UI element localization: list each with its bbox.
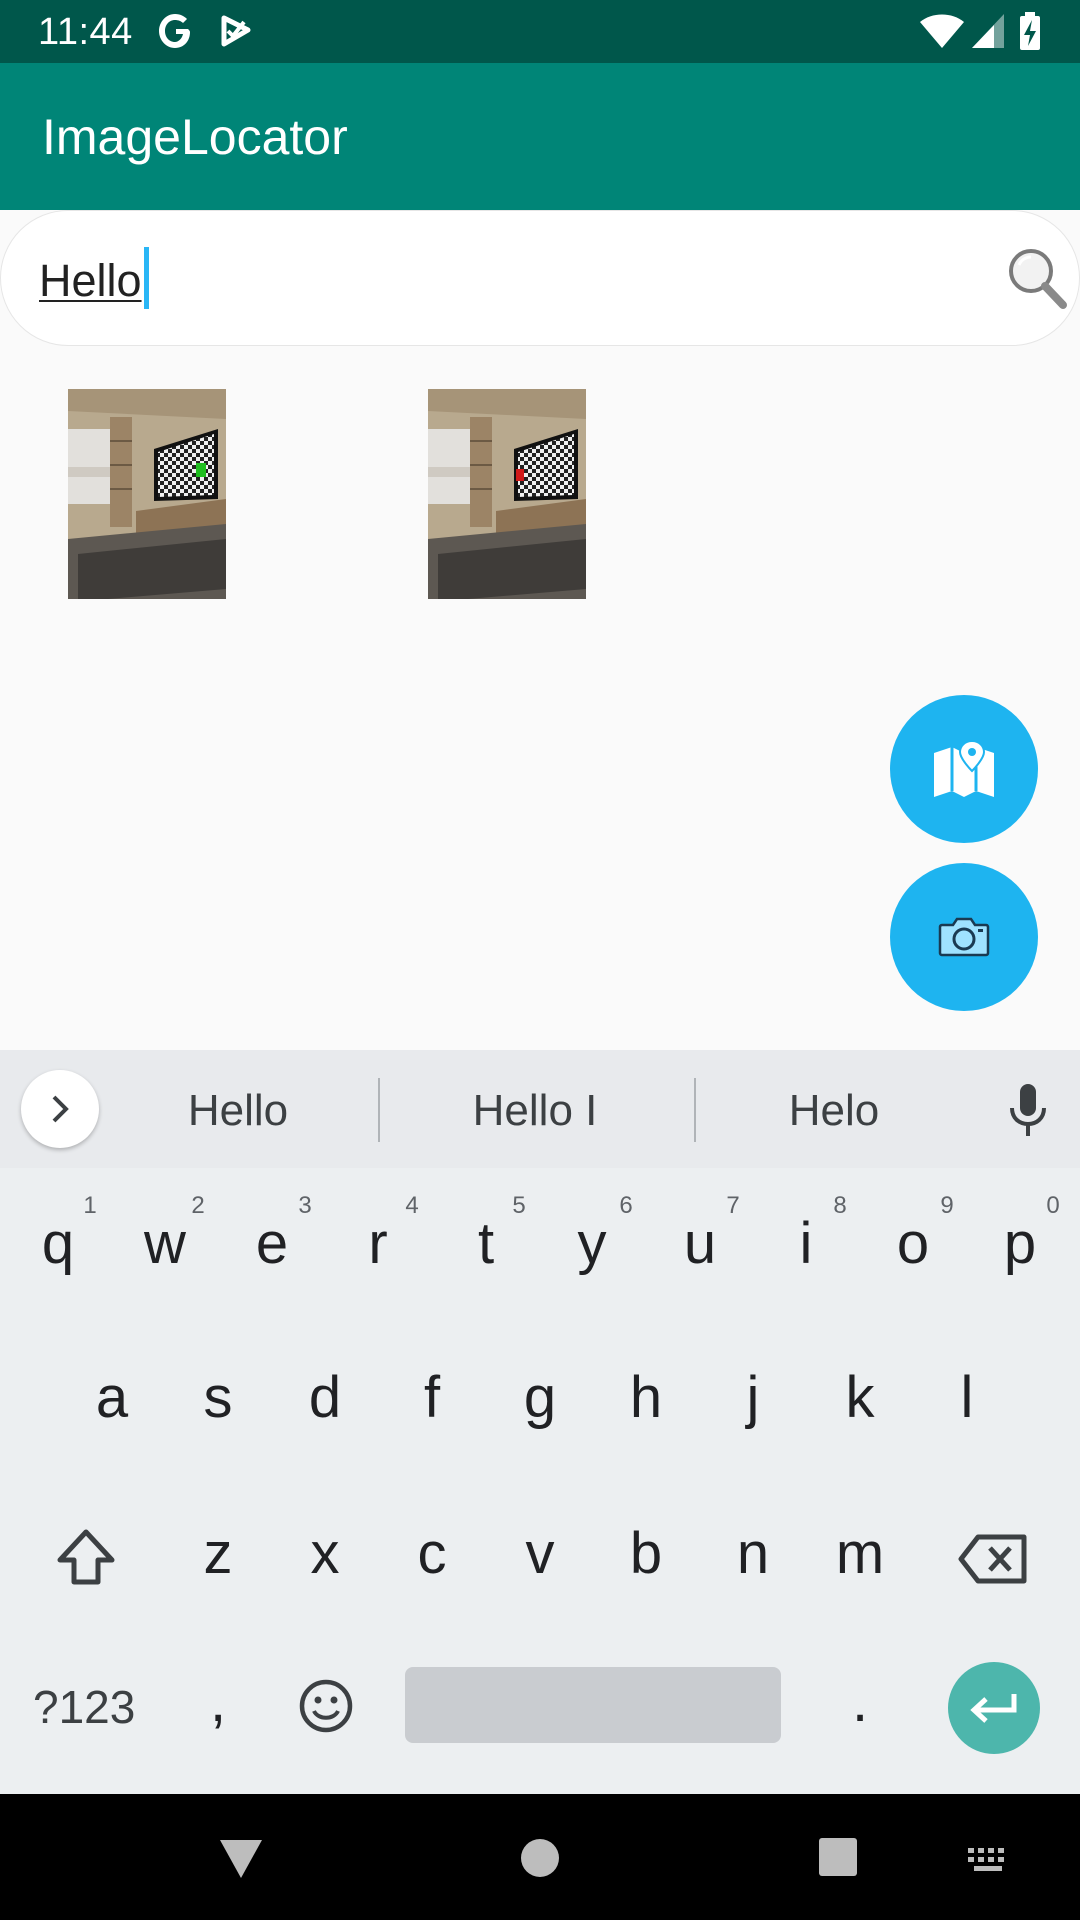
- enter-icon: [970, 1694, 1017, 1723]
- key-hint-8: 8: [833, 1192, 847, 1219]
- key-hint-0: 0: [1046, 1192, 1060, 1219]
- wifi-icon: [920, 14, 964, 48]
- key-hint-7: 7: [726, 1192, 740, 1219]
- key-b[interactable]: b: [606, 1522, 686, 1586]
- key-r[interactable]: r: [338, 1212, 418, 1276]
- navigation-bar: [0, 1794, 1080, 1920]
- key-k[interactable]: k: [820, 1366, 900, 1430]
- space-key[interactable]: [405, 1667, 781, 1743]
- recents-icon[interactable]: [817, 1836, 859, 1878]
- key-hint-4: 4: [405, 1192, 419, 1219]
- key-c[interactable]: c: [392, 1522, 472, 1586]
- enter-key[interactable]: [948, 1662, 1040, 1754]
- suggestion-2[interactable]: Hello I: [415, 1086, 655, 1136]
- google-g-icon: [159, 14, 190, 48]
- key-n[interactable]: n: [713, 1522, 793, 1586]
- image-thumbnail-1[interactable]: [68, 389, 226, 599]
- key-period[interactable]: .: [820, 1670, 900, 1734]
- key-j[interactable]: j: [713, 1366, 793, 1430]
- battery-charging-icon: [1020, 12, 1040, 50]
- key-t[interactable]: t: [446, 1212, 526, 1276]
- key-hint-2: 2: [191, 1192, 205, 1219]
- text-cursor: [144, 247, 149, 309]
- suggestion-divider: [694, 1078, 696, 1142]
- suggestion-3[interactable]: Helo: [734, 1086, 934, 1136]
- key-hint-6: 6: [619, 1192, 633, 1219]
- suggestion-strip: Hello Hello I Helo: [0, 1050, 1080, 1168]
- key-h[interactable]: h: [606, 1366, 686, 1430]
- shift-icon[interactable]: [54, 1528, 118, 1586]
- camera-button[interactable]: [890, 863, 1038, 1011]
- emoji-icon[interactable]: [298, 1678, 354, 1734]
- search-input[interactable]: Hello: [0, 210, 1080, 346]
- camera-icon: [938, 917, 990, 957]
- key-z[interactable]: z: [178, 1522, 258, 1586]
- key-d[interactable]: d: [285, 1366, 365, 1430]
- key-e[interactable]: e: [232, 1212, 312, 1276]
- key-q[interactable]: q: [18, 1212, 98, 1276]
- key-s[interactable]: s: [178, 1366, 258, 1430]
- key-w[interactable]: w: [125, 1212, 205, 1276]
- marker: [196, 463, 206, 477]
- key-l[interactable]: l: [927, 1366, 1007, 1430]
- key-p[interactable]: p: [980, 1212, 1060, 1276]
- key-g[interactable]: g: [500, 1366, 580, 1430]
- key-comma[interactable]: ,: [178, 1670, 258, 1734]
- key-a[interactable]: a: [72, 1366, 152, 1430]
- search-icon[interactable]: [1005, 245, 1069, 311]
- key-f[interactable]: f: [392, 1366, 472, 1430]
- app-bar: ImageLocator: [0, 63, 1080, 210]
- home-icon[interactable]: [518, 1836, 562, 1880]
- map-pin-icon: [934, 739, 994, 797]
- key-m[interactable]: m: [820, 1522, 900, 1586]
- key-hint-5: 5: [512, 1192, 526, 1219]
- soft-keyboard: Hello Hello I Helo q w e r t y u i o p 1…: [0, 1050, 1080, 1794]
- task-check-icon: [221, 15, 251, 47]
- key-u[interactable]: u: [660, 1212, 740, 1276]
- key-hint-3: 3: [298, 1192, 312, 1219]
- key-hint-1: 1: [83, 1192, 97, 1219]
- image-thumbnail-2[interactable]: [428, 389, 586, 599]
- marker: [516, 469, 524, 481]
- suggestion-1[interactable]: Hello: [138, 1086, 338, 1136]
- key-x[interactable]: x: [285, 1522, 365, 1586]
- key-o[interactable]: o: [873, 1212, 953, 1276]
- chevron-right-icon: [52, 1095, 69, 1123]
- backspace-icon[interactable]: [958, 1534, 1028, 1584]
- symbols-key[interactable]: ?123: [33, 1680, 135, 1734]
- key-v[interactable]: v: [500, 1522, 580, 1586]
- key-y[interactable]: y: [552, 1212, 632, 1276]
- mic-icon[interactable]: [1006, 1082, 1050, 1138]
- status-bar: 11:44: [0, 0, 1080, 63]
- key-i[interactable]: i: [766, 1212, 846, 1276]
- status-time: 11:44: [38, 11, 133, 53]
- signal-icon: [972, 14, 1004, 48]
- suggestion-divider: [378, 1078, 380, 1142]
- back-icon[interactable]: [218, 1836, 264, 1880]
- keyboard-switch-icon[interactable]: [966, 1846, 1012, 1874]
- search-input-text: Hello: [39, 255, 142, 306]
- suggestion-toggle-button[interactable]: [21, 1070, 99, 1148]
- key-hint-9: 9: [940, 1192, 954, 1219]
- map-button[interactable]: [890, 695, 1038, 843]
- app-title: ImageLocator: [42, 109, 348, 165]
